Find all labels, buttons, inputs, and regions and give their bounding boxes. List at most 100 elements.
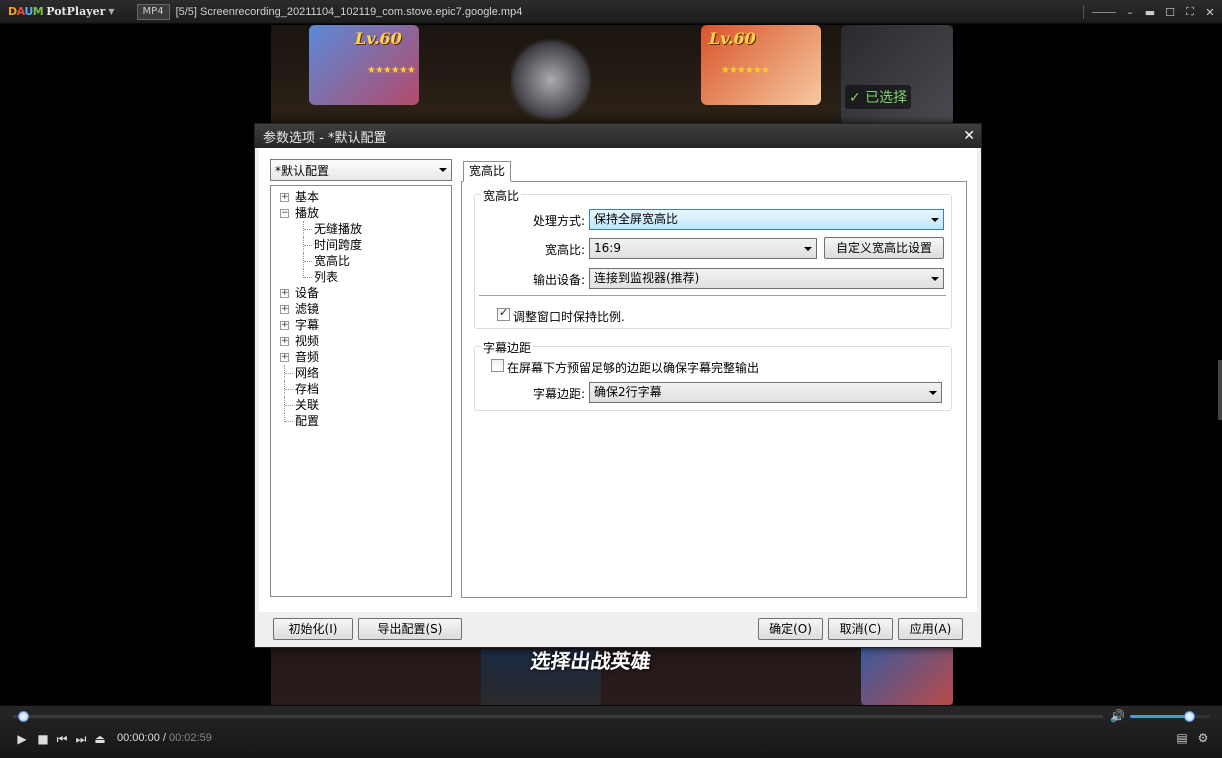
tree-item-filter[interactable]: + 滤镜 [271, 301, 451, 317]
next-icon[interactable]: ⏭ [73, 731, 89, 747]
method-select[interactable]: 保持全屏宽高比 [589, 209, 944, 230]
always-on-top-icon[interactable]: – [1124, 6, 1136, 19]
tree-item-playlist[interactable]: 列表 [271, 269, 451, 285]
divider [1083, 5, 1084, 19]
chevron-down-icon [929, 391, 937, 395]
pick-hero-text: 选择出战英雄 [529, 649, 653, 673]
hero-silhouette [511, 35, 591, 125]
divider [479, 295, 946, 296]
volume-slider[interactable] [1130, 715, 1210, 718]
hero-card-bottom-right [861, 645, 953, 705]
tree-item-network[interactable]: 网络 [271, 365, 451, 381]
duration: 00:02:59 [169, 732, 212, 744]
method-label: 处理方式: [532, 214, 585, 228]
tree-item-video[interactable]: + 视频 [271, 333, 451, 349]
potplayer-menu-button[interactable]: DAUM PotPlayer ▼ [8, 0, 115, 24]
maximize-icon[interactable]: ☐ [1164, 6, 1176, 19]
side-panel-handle[interactable] [1218, 360, 1222, 420]
selected-tag: ✓ 已选择 [845, 85, 912, 109]
seek-bar[interactable] [13, 715, 1103, 718]
custom-ratio-button[interactable]: 自定义宽高比设置 [824, 237, 944, 259]
window-controls: – ▬ ☐ ⛶ ✕ [1083, 0, 1216, 24]
seek-handle[interactable] [18, 711, 29, 722]
tab-aspect-ratio[interactable]: 宽高比 [463, 161, 512, 182]
apply-button[interactable]: 应用(A) [898, 618, 963, 640]
stars-right: ★★★★★★ [721, 65, 770, 76]
chevron-down-icon: ▼ [108, 7, 115, 16]
level-tag-left: Lv.60 [355, 29, 402, 48]
aspect-ratio-panel: 宽高比 处理方式: 保持全屏宽高比 宽高比: 16:9 自定义宽高比设置 输出设… [461, 181, 967, 598]
tree-item-aspect-ratio[interactable]: 宽高比 [271, 253, 451, 269]
tree-item-seamless[interactable]: 无缝播放 [271, 221, 451, 237]
chevron-down-icon [439, 168, 447, 172]
settings-tree: + 基本 − 播放 无缝播放 时间跨度 宽高比 列表 + 设备 + 滤镜 + 字幕 + 视频… [270, 185, 452, 597]
profile-select[interactable]: *默认配置 [270, 159, 452, 181]
expand-icon[interactable]: + [280, 289, 289, 298]
expand-icon[interactable]: + [280, 321, 289, 330]
file-title: [5/5] Screenrecording_20211104_102119_co… [175, 5, 523, 18]
volume-handle[interactable] [1184, 711, 1195, 722]
minimize-icon[interactable]: ▬ [1144, 6, 1156, 19]
cancel-button[interactable]: 取消(C) [828, 618, 893, 640]
dialog-body: *默认配置 + 基本 − 播放 无缝播放 时间跨度 宽高比 列表 + 设备 + 滤镜 +… [259, 148, 977, 612]
time-separator: / [159, 732, 169, 744]
collapse-icon[interactable]: − [280, 209, 289, 218]
export-config-button[interactable]: 导出配置(S) [358, 618, 462, 640]
tree-item-config[interactable]: 配置 [271, 413, 451, 429]
expand-icon[interactable]: + [280, 193, 289, 202]
tree-item-timespan[interactable]: 时间跨度 [271, 237, 451, 253]
time-display: 00:00:00 / 00:02:59 [117, 732, 212, 744]
tree-item-audio[interactable]: + 音频 [271, 349, 451, 365]
output-select[interactable]: 连接到监视器(推荐) [589, 268, 944, 289]
hero-card-selected [841, 25, 953, 125]
aspect-ratio-group: 宽高比 处理方式: 保持全屏宽高比 宽高比: 16:9 自定义宽高比设置 输出设… [474, 187, 952, 329]
ok-button[interactable]: 确定(O) [758, 618, 823, 640]
eject-icon[interactable]: ⏏ [92, 731, 108, 747]
tree-item-subtitle[interactable]: + 字幕 [271, 317, 451, 333]
profile-select-value: *默认配置 [275, 163, 330, 178]
output-label: 输出设备: [532, 273, 585, 287]
volume-icon[interactable]: 🔊 [1110, 709, 1125, 723]
stop-icon[interactable]: ■ [35, 731, 51, 747]
reset-button[interactable]: 初始化(I) [273, 618, 353, 640]
reserve-margin-checkbox[interactable] [491, 359, 504, 372]
subtitle-margin-label: 字幕边距: [532, 387, 585, 401]
playlist-icon[interactable]: ▤ [1175, 731, 1189, 745]
chevron-down-icon [804, 247, 812, 251]
ratio-select[interactable]: 16:9 [589, 238, 817, 259]
dialog-title: 参数选项 - *默认配置 [255, 124, 981, 148]
fullscreen-icon[interactable]: ⛶ [1184, 5, 1196, 19]
control-bar: 🔊 ▶ ■ ⏮ ⏭ ⏏ 00:00:00 / 00:02:59 ▤ ⚙ [0, 705, 1222, 758]
expand-icon[interactable]: + [280, 353, 289, 362]
reserve-margin-label: 在屏幕下方预留足够的边距以确保字幕完整输出 [507, 361, 760, 375]
chevron-down-icon [931, 218, 939, 222]
keep-ratio-label: 调整窗口时保持比例. [513, 310, 625, 324]
app-name: PotPlayer [46, 5, 106, 18]
tree-item-basic[interactable]: + 基本 [271, 189, 451, 205]
tree-item-archive[interactable]: 存档 [271, 381, 451, 397]
tree-item-playback[interactable]: − 播放 [271, 205, 451, 221]
format-badge: MP4 [136, 3, 170, 20]
ratio-label: 宽高比: [544, 243, 585, 257]
subtitle-margin-group: 字幕边距 在屏幕下方预留足够的边距以确保字幕完整输出 字幕边距: 确保2行字幕 [474, 339, 952, 411]
close-icon[interactable]: ✕ [963, 128, 975, 144]
tree-item-device[interactable]: + 设备 [271, 285, 451, 301]
expand-icon[interactable]: + [280, 337, 289, 346]
gear-icon[interactable]: ⚙ [1196, 731, 1210, 745]
preferences-dialog: 参数选项 - *默认配置 ✕ *默认配置 + 基本 − 播放 无缝播放 时间跨度 宽… [254, 123, 982, 648]
volume-fill [1130, 715, 1190, 718]
close-icon[interactable]: ✕ [1204, 6, 1216, 19]
previous-icon[interactable]: ⏮ [54, 731, 70, 747]
group-title: 宽高比 [481, 187, 522, 204]
expand-icon[interactable]: + [280, 305, 289, 314]
daum-logo: DAUM [8, 5, 44, 18]
play-icon[interactable]: ▶ [14, 731, 30, 747]
subtitle-margin-select[interactable]: 确保2行字幕 [589, 382, 942, 403]
level-tag-right: Lv.60 [709, 29, 756, 48]
chevron-down-icon [931, 277, 939, 281]
tree-item-association[interactable]: 关联 [271, 397, 451, 413]
group-title: 字幕边距 [481, 339, 534, 356]
opacity-slider[interactable] [1092, 11, 1116, 13]
stars-left: ★★★★★★ [367, 65, 416, 76]
keep-ratio-checkbox[interactable] [497, 306, 510, 321]
